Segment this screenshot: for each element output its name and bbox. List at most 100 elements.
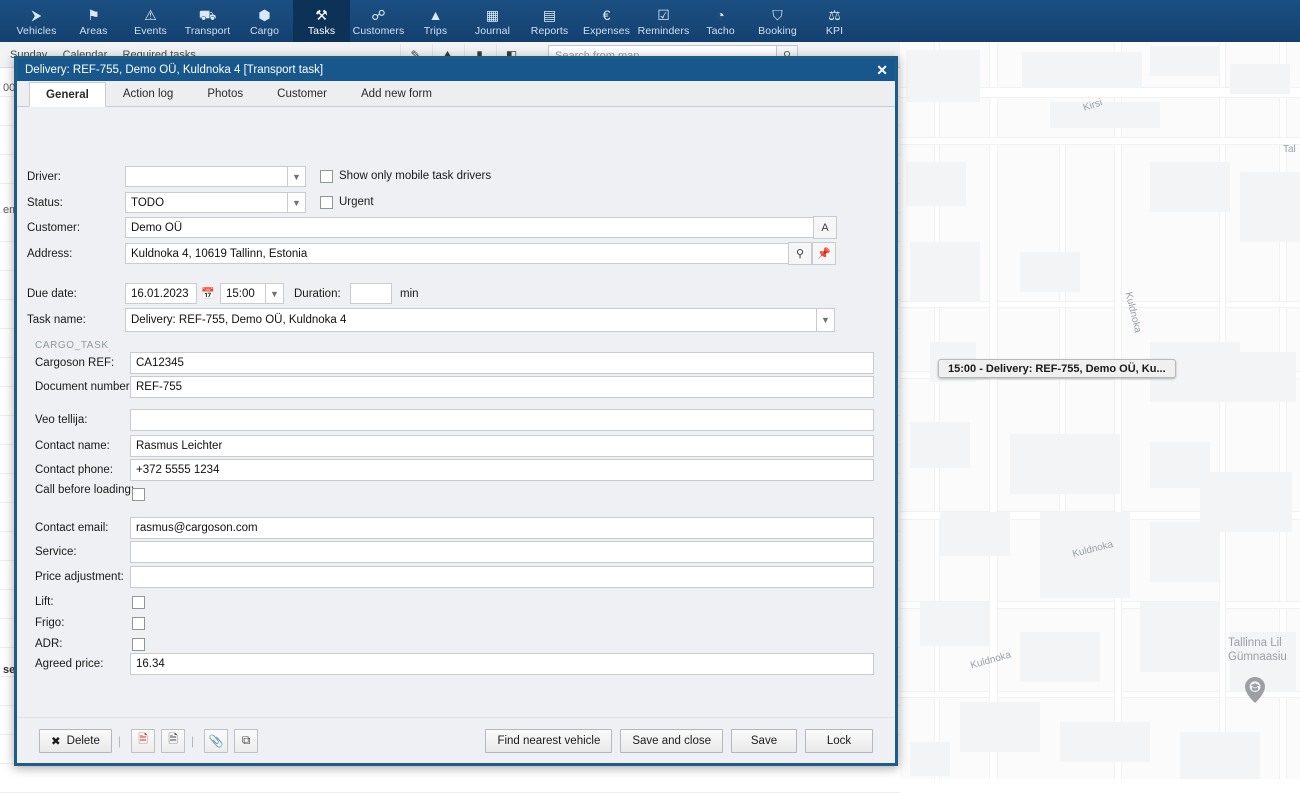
- contact-email-label: Contact email:: [35, 522, 109, 534]
- map-building: [1240, 172, 1300, 242]
- task-name-dropdown-arrow[interactable]: ▼: [817, 308, 835, 332]
- contact-name-input[interactable]: Rasmus Leichter: [130, 435, 874, 457]
- adr-label: ADR:: [35, 638, 63, 650]
- task-name-label: Task name:: [27, 314, 86, 326]
- driver-dropdown-arrow[interactable]: ▼: [288, 166, 306, 187]
- service-label: Service:: [35, 546, 77, 558]
- text-file-icon[interactable]: 🗎: [161, 728, 186, 753]
- wrench-icon: ⚒: [315, 7, 328, 23]
- delete-button[interactable]: ✖ Delete: [39, 728, 112, 753]
- x-icon: ✖: [51, 735, 61, 748]
- duration-label: Duration:: [294, 288, 341, 300]
- map-road: [900, 692, 1300, 697]
- tab-general[interactable]: General: [29, 82, 106, 107]
- driver-input[interactable]: [125, 166, 288, 187]
- nav-item-transport[interactable]: ⛟ Transport: [179, 0, 236, 42]
- due-date-input[interactable]: 16.01.2023: [125, 283, 197, 304]
- due-time-input[interactable]: 15:00: [220, 283, 266, 304]
- nav-item-booking[interactable]: ⛉ Booking: [749, 0, 806, 42]
- dialog-tabs: General Action log Photos Customer Add n…: [17, 81, 895, 107]
- calendar-icon[interactable]: 📅: [199, 283, 217, 304]
- dialog-title: Delivery: REF-755, Demo OÜ, Kuldnoka 4 […: [25, 64, 324, 76]
- frigo-label: Frigo:: [35, 617, 65, 629]
- map-road: [1115, 42, 1121, 779]
- calendar-icon: ▦: [485, 7, 500, 23]
- nav-item-events[interactable]: ⚠ Events: [122, 0, 179, 42]
- urgent-label: Urgent: [339, 196, 374, 208]
- agreed-price-input[interactable]: 16.34: [130, 653, 874, 675]
- nav-item-label: Customers: [352, 25, 405, 37]
- map-building: [906, 162, 966, 206]
- adr-checkbox[interactable]: [132, 638, 145, 651]
- nav-item-vehicles[interactable]: ⮞ Vehicles: [8, 0, 65, 42]
- frigo-checkbox[interactable]: [132, 617, 145, 630]
- address-input[interactable]: Kuldnoka 4, 10619 Tallinn, Estonia: [125, 243, 793, 264]
- save-button[interactable]: Save: [731, 728, 797, 753]
- tab-add-new-form[interactable]: Add new form: [344, 81, 449, 106]
- nav-item-trips[interactable]: ▲ Trips: [407, 0, 464, 42]
- address-pin-button[interactable]: 📌: [812, 242, 836, 265]
- nav-item-reminders[interactable]: ☑ Reminders: [635, 0, 692, 42]
- map-street-label: Kuldnoka: [1122, 290, 1144, 335]
- contact-email-input[interactable]: rasmus@cargoson.com: [130, 517, 874, 539]
- customer-input[interactable]: Demo OÜ: [125, 217, 820, 238]
- document-number-input[interactable]: REF-755: [130, 376, 874, 398]
- lift-checkbox[interactable]: [132, 596, 145, 609]
- map-building: [1200, 472, 1292, 532]
- map-building: [1020, 632, 1100, 682]
- nav-item-expenses[interactable]: € Expenses: [578, 0, 635, 42]
- show-mobile-drivers-label: Show only mobile task drivers: [339, 170, 492, 182]
- map-building: [910, 242, 980, 302]
- tab-customer[interactable]: Customer: [260, 81, 344, 106]
- map-task-tooltip[interactable]: 15:00 - Delivery: REF-755, Demo OÜ, Ku..…: [938, 359, 1176, 378]
- map-building: [940, 512, 1010, 556]
- nav-item-tacho[interactable]: ◔ Tacho: [692, 0, 749, 42]
- customer-font-button[interactable]: A: [813, 216, 837, 239]
- tab-action-log[interactable]: Action log: [106, 81, 191, 106]
- status-label: Status:: [27, 197, 63, 209]
- copy-icon[interactable]: ⧉: [234, 728, 259, 753]
- status-input[interactable]: TODO: [125, 192, 288, 213]
- nav-item-reports[interactable]: ▤ Reports: [521, 0, 578, 42]
- duration-input[interactable]: [350, 283, 392, 304]
- lock-button[interactable]: Lock: [805, 728, 873, 753]
- pushpin-icon: 📌: [817, 248, 831, 260]
- attachment-icon[interactable]: 📎: [204, 728, 229, 753]
- address-search-button[interactable]: ⚲: [788, 242, 812, 265]
- map-building: [910, 742, 950, 776]
- task-name-input[interactable]: Delivery: REF-755, Demo OÜ, Kuldnoka 4: [125, 308, 817, 332]
- due-date-label: Due date:: [27, 288, 77, 300]
- gauge-icon: ◔: [716, 7, 725, 23]
- map-panel[interactable]: 15:00 - Delivery: REF-755, Demo OÜ, Ku..…: [900, 42, 1300, 779]
- nav-item-journal[interactable]: ▦ Journal: [464, 0, 521, 42]
- price-adjustment-input[interactable]: [130, 566, 874, 588]
- nav-item-kpi[interactable]: ⚖ KPI: [806, 0, 863, 42]
- map-building: [1020, 252, 1080, 292]
- call-before-loading-checkbox[interactable]: [132, 488, 145, 501]
- save-and-close-button[interactable]: Save and close: [620, 728, 723, 753]
- cargoson-ref-input[interactable]: CA12345: [130, 352, 874, 374]
- due-time-dropdown-arrow[interactable]: ▼: [266, 283, 284, 304]
- veo-tellija-input[interactable]: [130, 409, 874, 431]
- map-street-label: Tal: [1283, 144, 1296, 155]
- find-nearest-vehicle-button[interactable]: Find nearest vehicle: [485, 728, 613, 753]
- service-input[interactable]: [130, 541, 874, 563]
- euro-icon: €: [602, 7, 611, 23]
- box-icon: ⬢: [258, 7, 271, 23]
- nav-item-cargo[interactable]: ⬢ Cargo: [236, 0, 293, 42]
- nav-item-areas[interactable]: ⚑ Areas: [65, 0, 122, 42]
- nav-item-label: Trips: [423, 25, 448, 37]
- status-dropdown-arrow[interactable]: ▼: [288, 192, 306, 213]
- map-building: [910, 422, 970, 468]
- driver-label: Driver:: [27, 171, 61, 183]
- nav-item-customers[interactable]: ☍ Customers: [350, 0, 407, 42]
- pdf-icon[interactable]: 🗎: [131, 728, 156, 753]
- tab-photos[interactable]: Photos: [190, 81, 260, 106]
- nav-item-tasks[interactable]: ⚒ Tasks: [293, 0, 350, 42]
- show-mobile-drivers-checkbox[interactable]: [320, 170, 333, 183]
- contact-phone-input[interactable]: +372 5555 1234: [130, 459, 874, 481]
- urgent-checkbox[interactable]: [320, 196, 333, 209]
- document-number-label: Document number:: [35, 381, 133, 393]
- close-icon[interactable]: ✕: [876, 61, 888, 79]
- magnifier-icon: ⚲: [795, 248, 805, 260]
